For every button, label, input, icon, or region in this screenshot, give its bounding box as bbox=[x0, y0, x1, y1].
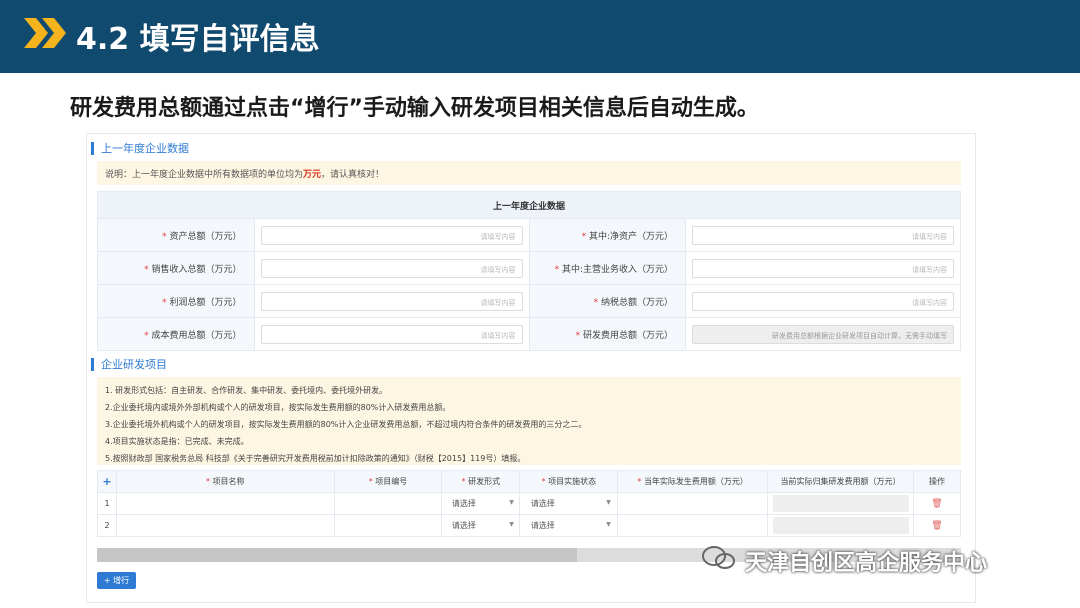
total-tax-input[interactable]: 请填写内容 bbox=[692, 291, 954, 311]
field-label-main-business-revenue: 其中:主营业务收入（万元） bbox=[561, 264, 673, 275]
unit-note: 说明：上一年度企业数据中所有数据项的单位均为万元，请认真核对！ bbox=[97, 161, 961, 185]
rd-form-select[interactable]: 请选择 ▼ bbox=[448, 520, 514, 531]
col-collected-cost: 当前实际归集研发费用额（万元） bbox=[780, 477, 901, 486]
col-operation: 操作 bbox=[929, 477, 945, 486]
row-index: 1 bbox=[97, 492, 117, 515]
rd-form-select[interactable]: 请选择 ▼ bbox=[448, 498, 514, 509]
col-rd-form: 研发形式 bbox=[468, 477, 501, 486]
note-suffix: ，请认真核对！ bbox=[321, 170, 385, 180]
collected-cost-field bbox=[772, 495, 909, 512]
section-title-rd-projects: 企业研发项目 bbox=[91, 358, 167, 371]
main-business-revenue-input[interactable]: 请填写内容 bbox=[692, 258, 954, 278]
caret-down-icon: ▼ bbox=[509, 499, 514, 506]
col-project-status: 项目实施状态 bbox=[548, 477, 597, 486]
caret-down-icon: ▼ bbox=[606, 521, 611, 528]
project-name-cell[interactable] bbox=[115, 492, 335, 515]
note-prefix: 说明：上一年度企业数据中所有数据项的单位均为 bbox=[105, 170, 304, 180]
rule-item: 5.按照财政部 国家税务总局 科技部《关于完善研究开发费用税前加计扣除政策的通知… bbox=[105, 454, 526, 463]
add-icon[interactable]: + bbox=[102, 475, 111, 488]
project-code-cell[interactable] bbox=[333, 492, 443, 515]
note-unit: 万元 bbox=[303, 170, 322, 180]
project-code-cell[interactable] bbox=[333, 514, 443, 537]
prev-year-table: 上一年度企业数据 * 资产总额（万元） 请填写内容 * 其中:净资产（万元） 请… bbox=[97, 191, 961, 351]
field-label-total-tax: 纳税总额（万元） bbox=[600, 297, 673, 308]
rule-item: 3.企业委托境外机构或个人的研发项目，按实际发生费用额的80%计入企业研发费用总… bbox=[105, 420, 587, 429]
net-assets-input[interactable]: 请填写内容 bbox=[692, 225, 954, 245]
field-label-total-cost: 成本费用总额（万元） bbox=[151, 330, 242, 341]
scrollbar-thumb[interactable] bbox=[97, 548, 577, 562]
wechat-icon bbox=[702, 546, 735, 569]
field-label-net-assets: 其中:净资产（万元） bbox=[588, 231, 673, 242]
col-project-code: 项目编号 bbox=[375, 477, 408, 486]
rule-item: 4.项目实施状态是指：已完成、未完成。 bbox=[105, 437, 249, 446]
watermark-text: 天津自创区高企服务中心 bbox=[745, 551, 988, 576]
field-label-rd-expense-total: 研发费用总额（万元） bbox=[582, 330, 673, 341]
row-index: 2 bbox=[97, 514, 117, 537]
rule-item: 2.企业委托境内或境外外部机构或个人的研发项目，按实际发生费用额的80%计入研发… bbox=[105, 403, 451, 412]
col-project-name: 项目名称 bbox=[212, 477, 245, 486]
total-profit-input[interactable]: 请填写内容 bbox=[260, 291, 523, 311]
slide-subtitle: 研发费用总额通过点击“增行”手动输入研发项目相关信息后自动生成。 bbox=[70, 96, 759, 121]
slide-header: 4.2 填写自评信息 bbox=[0, 0, 1080, 73]
project-status-select[interactable]: 请选择 ▼ bbox=[527, 498, 611, 509]
field-label-total-profit: 利润总额（万元） bbox=[169, 297, 242, 308]
field-label-sales-revenue: 销售收入总额（万元） bbox=[151, 264, 242, 275]
actual-cost-cell[interactable] bbox=[617, 514, 769, 537]
section-title-prev-year: 上一年度企业数据 bbox=[91, 142, 189, 155]
rd-projects-table: + * 项目名称 * 项目编号 * 研发形式 * 项目实施状态 * 当年实际发生… bbox=[97, 470, 961, 537]
trash-icon[interactable]: 🗑 bbox=[931, 499, 942, 509]
slide-title: 4.2 填写自评信息 bbox=[76, 22, 320, 57]
prev-year-table-header: 上一年度企业数据 bbox=[97, 191, 961, 219]
col-actual-cost: 当年实际发生费用额（万元） bbox=[643, 477, 748, 486]
sales-revenue-input[interactable]: 请填写内容 bbox=[260, 258, 523, 278]
project-name-cell[interactable] bbox=[115, 514, 335, 537]
total-assets-input[interactable]: 请填写内容 bbox=[260, 225, 523, 245]
field-label-total-assets: 资产总额（万元） bbox=[169, 231, 242, 242]
trash-icon[interactable]: 🗑 bbox=[931, 521, 942, 531]
total-cost-input[interactable]: 请填写内容 bbox=[260, 324, 523, 344]
table-row: 2 请选择 ▼ 请选择 ▼ 🗑 bbox=[97, 514, 961, 537]
rules-note: 1. 研发形式包括：自主研发、合作研发、集中研发、委托境内、委托境外研发。 2.… bbox=[97, 377, 961, 465]
caret-down-icon: ▼ bbox=[509, 521, 514, 528]
table-row: 1 请选择 ▼ 请选择 ▼ 🗑 bbox=[97, 492, 961, 515]
form-screenshot: 上一年度企业数据 说明：上一年度企业数据中所有数据项的单位均为万元，请认真核对！… bbox=[86, 133, 976, 603]
rd-expense-total-input: 研发费用总额根据企业研发项目自动计算，无需手动填写 bbox=[692, 324, 954, 344]
collected-cost-field bbox=[772, 517, 909, 534]
chevron-right-icon bbox=[24, 18, 66, 48]
rule-item: 1. 研发形式包括：自主研发、合作研发、集中研发、委托境内、委托境外研发。 bbox=[105, 386, 388, 395]
caret-down-icon: ▼ bbox=[606, 499, 611, 506]
add-row-button[interactable]: + 增行 bbox=[97, 572, 136, 589]
project-status-select[interactable]: 请选择 ▼ bbox=[527, 520, 611, 531]
actual-cost-cell[interactable] bbox=[617, 492, 769, 515]
